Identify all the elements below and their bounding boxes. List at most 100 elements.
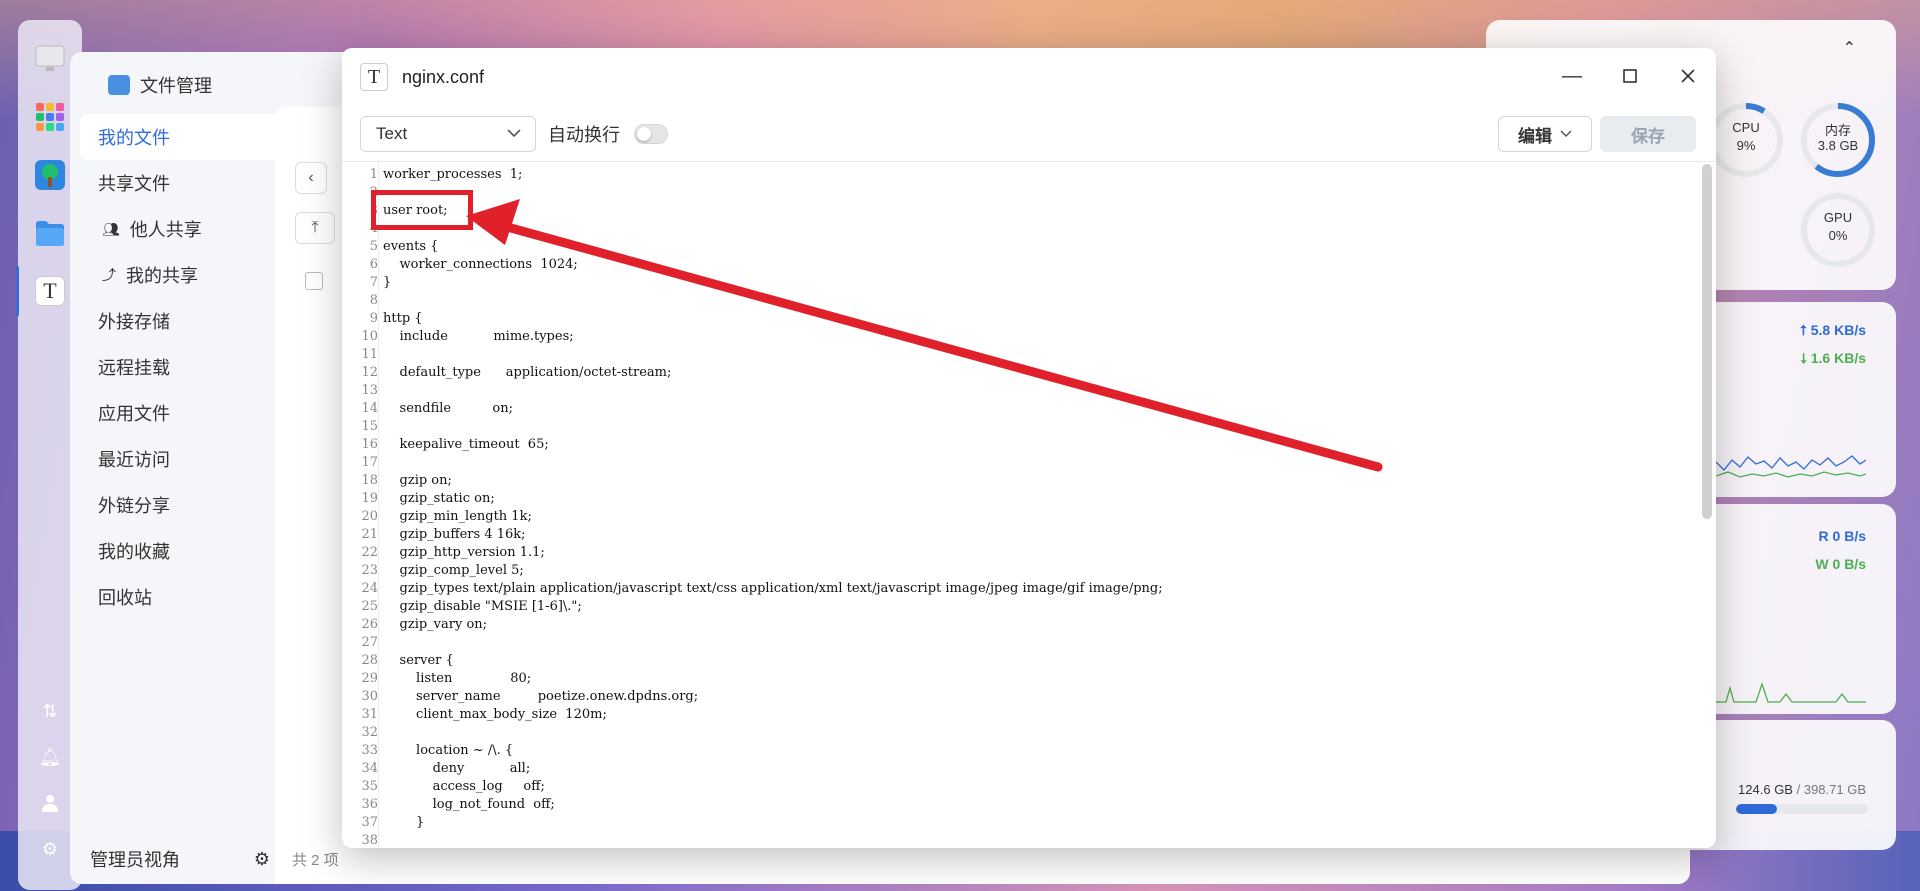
code-line[interactable]: deny all; bbox=[383, 760, 1716, 778]
code-line[interactable] bbox=[383, 634, 1716, 652]
save-button[interactable]: 保存 bbox=[1600, 116, 1696, 152]
app-grid-icon bbox=[36, 103, 64, 131]
line-number: 1 bbox=[369, 167, 378, 182]
sidebar-item-my-shares[interactable]: ⤴ 我的共享 bbox=[70, 252, 270, 298]
code-line[interactable]: gzip on; bbox=[383, 472, 1716, 490]
code-line[interactable]: gzip_min_length 1k; bbox=[383, 508, 1716, 526]
upload-button[interactable]: ⤒ bbox=[295, 212, 335, 244]
sidebar-item-recent[interactable]: 最近访问 bbox=[70, 436, 270, 482]
sidebar-item-others-shared[interactable]: 👥︎ 他人共享 bbox=[70, 206, 270, 252]
code-line[interactable]: gzip_types text/plain application/javasc… bbox=[383, 580, 1716, 598]
sidebar-item-remote-mount[interactable]: 远程挂载 bbox=[70, 344, 270, 390]
share-icon: ⤴ bbox=[102, 267, 116, 283]
line-number: 15 bbox=[361, 419, 378, 434]
line-number: 9 bbox=[369, 311, 378, 326]
text-editor-icon: T bbox=[360, 63, 388, 91]
code-line[interactable] bbox=[383, 454, 1716, 472]
code-line[interactable]: server { bbox=[383, 652, 1716, 670]
sidebar-item-external-storage[interactable]: 外接存储 bbox=[70, 298, 270, 344]
edit-dropdown-button[interactable]: 编辑 bbox=[1498, 116, 1592, 152]
dock-app-files[interactable] bbox=[33, 216, 67, 250]
line-number: 34 bbox=[361, 761, 378, 776]
code-line[interactable]: gzip_comp_level 5; bbox=[383, 562, 1716, 580]
code-line[interactable]: keepalive_timeout 65; bbox=[383, 436, 1716, 454]
select-all-checkbox[interactable] bbox=[305, 272, 323, 290]
code-line[interactable]: gzip_vary on; bbox=[383, 616, 1716, 634]
code-line[interactable] bbox=[383, 418, 1716, 436]
sidebar-item-favorites[interactable]: 我的收藏 bbox=[70, 528, 270, 574]
minimize-icon[interactable]: — bbox=[1558, 62, 1586, 90]
close-icon[interactable] bbox=[1674, 62, 1702, 90]
gear-icon[interactable]: ⚙ bbox=[254, 849, 270, 870]
dock-app-monitor[interactable] bbox=[33, 42, 67, 76]
code-line[interactable]: gzip_http_version 1.1; bbox=[383, 544, 1716, 562]
code-line[interactable]: events { bbox=[383, 238, 1716, 256]
back-button[interactable]: ‹ bbox=[295, 162, 327, 194]
sidebar-item-my-files[interactable]: 我的文件 bbox=[80, 114, 280, 160]
dock-app-text-editor[interactable]: T bbox=[16, 266, 67, 316]
sidebar-item-recycle-bin[interactable]: 回收站 bbox=[70, 574, 270, 620]
code-line[interactable] bbox=[383, 292, 1716, 310]
collapse-icon[interactable]: ⌃ bbox=[1843, 38, 1856, 58]
syntax-mode-select[interactable]: Text bbox=[360, 115, 536, 152]
maximize-icon[interactable] bbox=[1616, 62, 1644, 90]
transfer-icon[interactable]: ⇅ bbox=[39, 700, 61, 722]
sidebar-item-app-files[interactable]: 应用文件 bbox=[70, 390, 270, 436]
line-number: 18 bbox=[361, 473, 378, 488]
code-line[interactable] bbox=[383, 382, 1716, 400]
sidebar-item-link-share[interactable]: 外链分享 bbox=[70, 482, 270, 528]
network-sparkline bbox=[1716, 455, 1866, 478]
code-line[interactable]: include mime.types; bbox=[383, 328, 1716, 346]
dock-app-photos[interactable] bbox=[33, 158, 67, 192]
gpu-label: GPU bbox=[1823, 210, 1853, 225]
cpu-label: CPU bbox=[1732, 120, 1760, 135]
code-line[interactable]: gzip_static on; bbox=[383, 490, 1716, 508]
code-line[interactable]: listen 80; bbox=[383, 670, 1716, 688]
code-line[interactable]: gzip_disable "MSIE [1-6]\."; bbox=[383, 598, 1716, 616]
code-line[interactable] bbox=[383, 220, 1716, 238]
line-number: 24 bbox=[361, 581, 378, 596]
code-line[interactable] bbox=[383, 184, 1716, 202]
code-line[interactable] bbox=[383, 346, 1716, 364]
editor-body[interactable]: 1 2 3 4 5 6 7 8 9 10 11 12 13 14 15 16 17 18 19 20 21 22 23 24 2… bbox=[342, 162, 1716, 848]
line-number: 31 bbox=[361, 707, 378, 722]
code-line[interactable]: sendfile on; bbox=[383, 400, 1716, 418]
line-number: 19 bbox=[361, 491, 378, 506]
code-line[interactable]: } bbox=[383, 274, 1716, 292]
memory-value: 3.8 GB bbox=[1817, 138, 1859, 153]
code-line[interactable]: user root; bbox=[383, 202, 1716, 220]
line-number: 13 bbox=[361, 383, 378, 398]
line-number: 25 bbox=[361, 599, 378, 614]
code-line[interactable]: server_name poetize.onew.dpdns.org; bbox=[383, 688, 1716, 706]
dock-app-store[interactable] bbox=[33, 100, 67, 134]
code-line[interactable]: location ~ /\. { bbox=[383, 742, 1716, 760]
folder-icon bbox=[108, 75, 130, 95]
code-line[interactable]: access_log off; bbox=[383, 778, 1716, 796]
line-number: 11 bbox=[361, 347, 378, 362]
line-number: 16 bbox=[361, 437, 378, 452]
code-line[interactable]: gzip_buffers 4 16k; bbox=[383, 526, 1716, 544]
code-line[interactable]: http { bbox=[383, 310, 1716, 328]
code-line[interactable] bbox=[383, 724, 1716, 742]
code-line[interactable] bbox=[383, 832, 1716, 848]
code-line[interactable]: client_max_body_size 120m; bbox=[383, 706, 1716, 724]
admin-view-label: 管理员视角 bbox=[90, 850, 180, 870]
code-line[interactable]: default_type application/octet-stream; bbox=[383, 364, 1716, 382]
editor-titlebar[interactable]: T nginx.conf — bbox=[342, 48, 1716, 106]
code-line[interactable]: worker_connections 1024; bbox=[383, 256, 1716, 274]
file-manager-title: 文件管理 bbox=[108, 72, 212, 98]
settings-gear-icon[interactable]: ⚙ bbox=[39, 838, 61, 860]
text-editor-icon: T bbox=[35, 276, 65, 306]
code-area[interactable]: worker_processes 1; user root; events { wo… bbox=[378, 162, 1716, 848]
disk-read-speed: R 0 B/s bbox=[1818, 528, 1866, 544]
code-line[interactable]: } bbox=[383, 814, 1716, 832]
code-line[interactable]: log_not_found off; bbox=[383, 796, 1716, 814]
sidebar-item-shared-files[interactable]: 共享文件 bbox=[70, 160, 270, 206]
code-line[interactable]: worker_processes 1; bbox=[383, 166, 1716, 184]
vertical-scrollbar[interactable] bbox=[1702, 164, 1712, 519]
bell-icon[interactable]: 🔔︎ bbox=[39, 746, 62, 768]
chevron-down-icon bbox=[507, 127, 521, 141]
line-number: 28 bbox=[361, 653, 378, 668]
word-wrap-toggle[interactable] bbox=[634, 123, 668, 144]
user-icon[interactable] bbox=[39, 792, 61, 814]
